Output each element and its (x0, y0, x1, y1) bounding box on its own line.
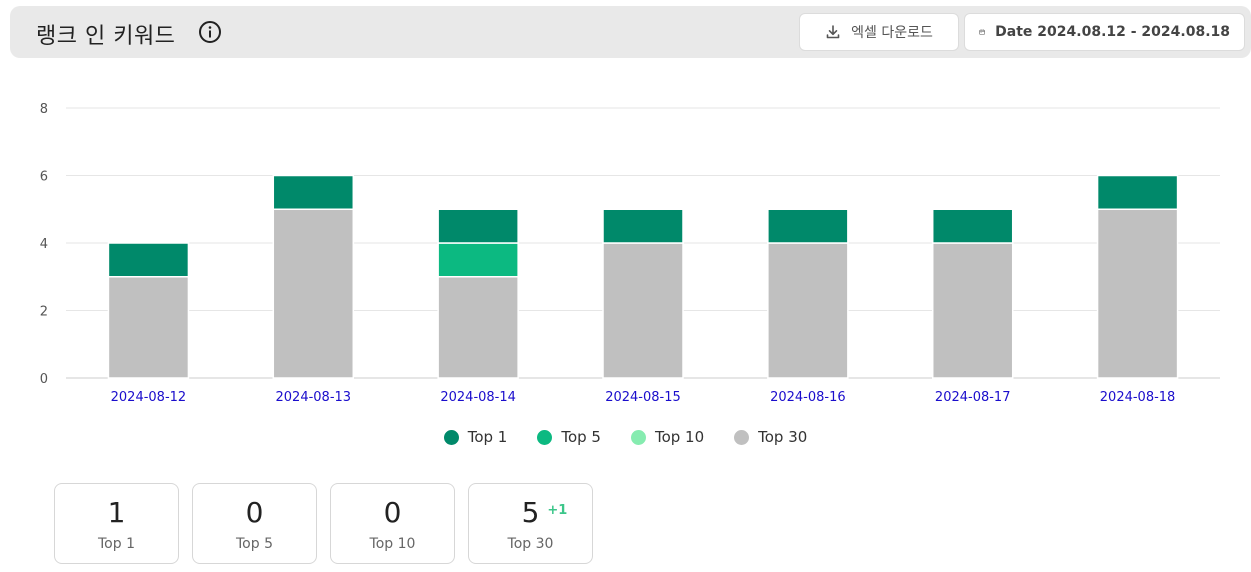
bar-segment-top1-6 (1096, 174, 1179, 210)
y-tick-label: 0 (40, 372, 48, 387)
x-tick-label: 2024-08-12 (111, 390, 187, 405)
x-tick-label: 2024-08-18 (1100, 390, 1176, 405)
summary-card-label: Top 1 (98, 535, 135, 552)
legend-item-top10[interactable]: Top 10 (630, 426, 705, 448)
y-tick-label: 6 (40, 170, 48, 185)
excel-download-button[interactable]: 엑셀 다운로드 (799, 13, 959, 51)
bar-segment-top30-6 (1096, 208, 1179, 379)
legend-label-top5: Top 5 (561, 428, 601, 446)
summary-card-top10: 0 Top 10 (330, 483, 455, 564)
header-bar: 랭크 인 키워드 엑셀 다운로드 Date 2024.08.12 - 2024.… (10, 6, 1251, 58)
summary-card-top1: 1 Top 1 (54, 483, 179, 564)
summary-card-top5: 0 Top 5 (192, 483, 317, 564)
legend-label-top10: Top 10 (654, 428, 705, 446)
bar-segment-top30-1 (272, 208, 355, 379)
y-tick-label: 4 (40, 237, 48, 252)
legend-item-top5[interactable]: Top 5 (537, 426, 601, 448)
legend-dot-top1 (443, 429, 459, 445)
summary-card-label: Top 10 (369, 535, 416, 552)
summary-card-label: Top 30 (507, 535, 554, 552)
legend-label-top1: Top 1 (467, 428, 508, 446)
x-tick-label: 2024-08-15 (605, 390, 681, 405)
bar-segment-top1-3 (602, 208, 684, 244)
summary-value-top1: 1 (107, 495, 126, 529)
summary-value-top10: 0 (383, 495, 402, 529)
legend-dot-top5 (537, 429, 553, 445)
summary-card-value: 5 +1 (521, 495, 568, 530)
rank-chart: 0 2 4 6 8 2024-08-12 2024-08-13 2024-08-14 2024-… (0, 90, 1251, 420)
bar-segment-top30-4 (767, 242, 849, 379)
bar-segment-top30-5 (931, 242, 1014, 379)
x-tick-label: 2024-08-16 (770, 390, 846, 405)
x-tick-label: 2024-08-17 (935, 390, 1011, 405)
date-range-button[interactable]: Date 2024.08.12 - 2024.08.18 (964, 13, 1245, 51)
legend-item-top1[interactable]: Top 1 (443, 426, 508, 448)
bar-segment-top1-2 (437, 208, 519, 244)
legend-label-top30: Top 30 (758, 428, 808, 446)
bar-segment-top30-0 (107, 276, 190, 379)
y-tick-label: 2 (40, 305, 48, 320)
rank-chart-svg: 0 2 4 6 8 2024-08-12 2024-08-13 2024-08-14 2024-… (40, 102, 1220, 405)
bar-segment-top1-0 (107, 242, 190, 278)
legend-dot-top30 (734, 429, 750, 445)
page-title: 랭크 인 키워드 (36, 24, 176, 49)
x-tick-label: 2024-08-13 (276, 390, 352, 405)
bar-segment-top30-2 (437, 276, 519, 379)
excel-download-label: 엑셀 다운로드 (851, 25, 933, 41)
summary-card-label: Top 5 (236, 535, 273, 552)
summary-card-value: 1 (108, 496, 126, 530)
summary-value-top30: 5 (521, 495, 540, 529)
summary-card-top30: 5 +1 Top 30 (468, 483, 593, 564)
info-icon[interactable] (198, 20, 222, 44)
date-range-label: Date 2024.08.12 - 2024.08.18 (995, 24, 1230, 40)
summary-delta-top30: +1 (547, 502, 568, 518)
bar-segment-top1-5 (931, 208, 1014, 244)
bar-segment-top1-1 (272, 174, 355, 210)
summary-cards: 1 Top 1 0 Top 5 0 Top 10 5 +1 Top 30 (54, 483, 593, 564)
summary-value-top5: 0 (245, 495, 264, 529)
legend-dot-top10 (630, 429, 646, 445)
calendar-icon (979, 29, 985, 35)
legend-item-top30[interactable]: Top 30 (734, 426, 807, 448)
bar-segment-top5-2 (437, 242, 519, 278)
bar-segment-top30-3 (602, 242, 684, 379)
y-tick-label: 8 (40, 102, 48, 117)
summary-card-value: 0 (384, 496, 402, 530)
x-tick-label: 2024-08-14 (440, 390, 516, 405)
summary-card-value: 0 (246, 496, 264, 530)
download-icon (826, 25, 840, 39)
bar-segment-top1-4 (767, 208, 849, 244)
chart-legend: Top 1 Top 5 Top 10 Top 30 (0, 426, 1251, 448)
